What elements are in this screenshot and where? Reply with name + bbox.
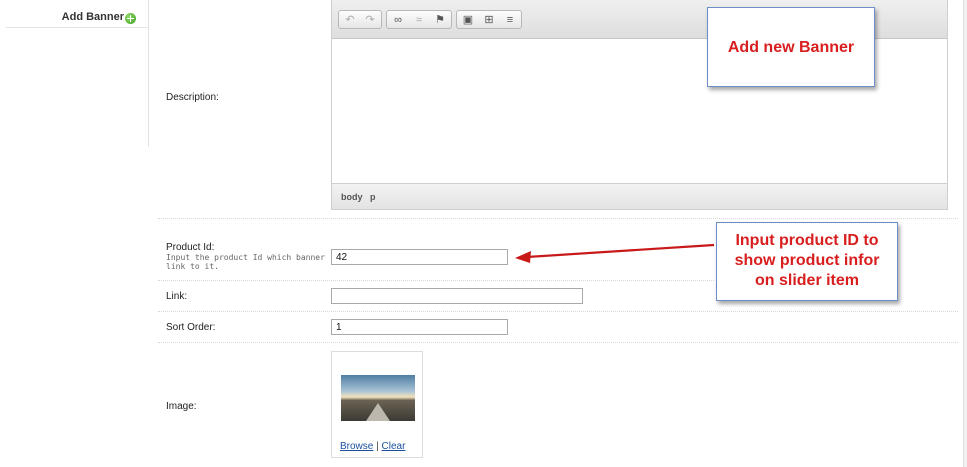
window-scrollbar[interactable]: [963, 0, 967, 467]
table-icon[interactable]: ⊞: [482, 13, 496, 27]
callout-add-banner-text: Add new Banner: [727, 39, 855, 56]
product-id-hint: Input the product Id which banner link t…: [166, 253, 325, 271]
add-banner-button[interactable]: Add Banner: [6, 4, 148, 28]
image-icon[interactable]: ▣: [461, 13, 475, 27]
arrow-head: [515, 251, 531, 263]
sidebar: Add Banner: [0, 0, 149, 147]
image-actions: Browse | Clear: [340, 441, 405, 452]
anchor-flag-icon[interactable]: ⚑: [433, 13, 447, 27]
description-label: Description:: [166, 92, 219, 103]
path-body[interactable]: body: [341, 192, 363, 202]
editor-statusbar: body p: [332, 183, 947, 209]
row-separator: [158, 342, 958, 343]
product-id-callout: Input product ID to show product infor o…: [716, 222, 898, 301]
product-id-input[interactable]: [331, 249, 508, 265]
callout-line-2: show product infor: [734, 252, 880, 269]
path-p[interactable]: p: [370, 192, 376, 202]
link-icon[interactable]: ∞: [391, 13, 405, 27]
toolbar-group-links: ∞ ≈ ⚑: [386, 10, 452, 29]
link-separator: |: [376, 441, 379, 452]
clear-link[interactable]: Clear: [382, 441, 406, 452]
redo-icon[interactable]: ↷: [363, 13, 377, 27]
callout-line-3: on slider item: [754, 272, 860, 289]
sort-order-label: Sort Order:: [166, 322, 216, 333]
browse-link[interactable]: Browse: [340, 441, 373, 452]
product-id-label: Product Id:: [166, 242, 215, 253]
link-input[interactable]: [331, 288, 583, 304]
row-separator: [158, 280, 714, 281]
toolbar-group-insert: ▣ ⊞ ≡: [456, 10, 522, 29]
road-graphic: [366, 403, 390, 421]
banner-thumbnail: [341, 375, 415, 421]
link-label: Link:: [166, 291, 188, 302]
callout-line-1: Input product ID to: [735, 232, 879, 249]
add-plus-icon: [125, 13, 136, 24]
add-banner-label: Add Banner: [61, 11, 124, 23]
arrow-shaft: [526, 243, 715, 259]
undo-icon[interactable]: ↶: [343, 13, 357, 27]
row-separator: [158, 311, 958, 312]
image-preview-card: Browse | Clear: [331, 351, 423, 458]
row-separator: [158, 218, 958, 219]
unlink-icon[interactable]: ≈: [412, 13, 426, 27]
horizontal-rule-icon[interactable]: ≡: [503, 13, 517, 27]
sort-order-input[interactable]: [331, 319, 508, 335]
image-label: Image:: [166, 401, 197, 412]
add-new-banner-callout: Add new Banner: [707, 7, 875, 87]
toolbar-group-history: ↶ ↷: [338, 10, 382, 29]
